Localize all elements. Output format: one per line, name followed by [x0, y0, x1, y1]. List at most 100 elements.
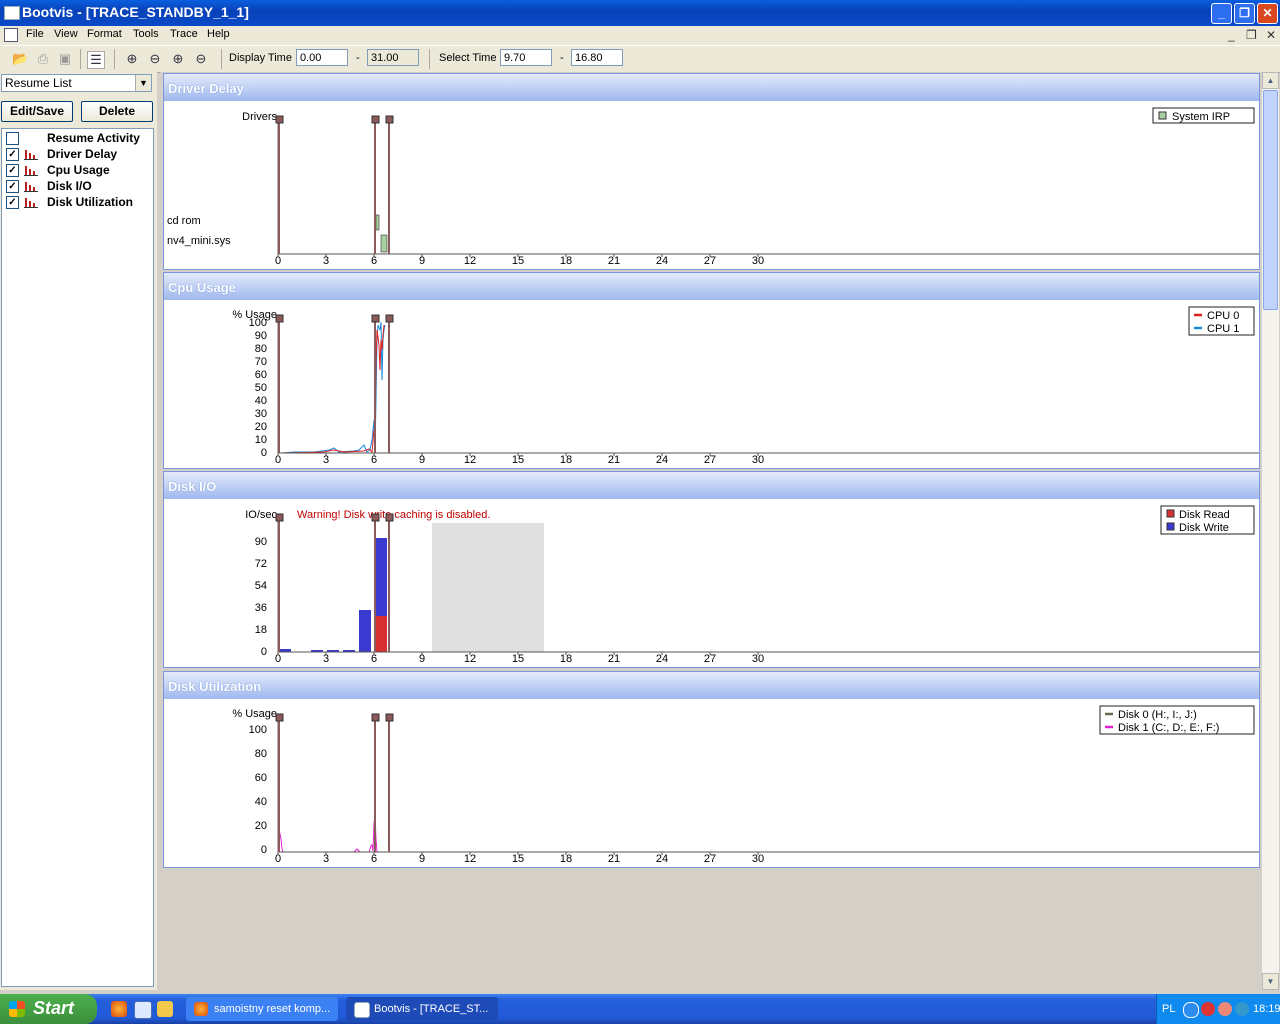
list-item-label: Driver Delay [47, 147, 118, 161]
y-tick-label: 90 [255, 330, 267, 342]
scroll-up-icon[interactable]: ▲ [1262, 72, 1279, 89]
panel-title: Driver Delay [168, 81, 244, 96]
chevron-left-icon[interactable] [1183, 1002, 1199, 1018]
minimize-button[interactable]: _ [1211, 3, 1232, 24]
zoom-in-vertical-icon[interactable]: ⊕ [170, 51, 186, 67]
panel-title: Disk Utilization [168, 679, 262, 694]
time-marker-handle[interactable] [275, 115, 284, 124]
document-icon[interactable] [4, 28, 18, 42]
y-axis-title: % Usage [232, 708, 277, 720]
y-ticks: 100 90 80 70 60 50 40 30 20 10 0 [249, 317, 267, 459]
list-item-disk-io[interactable]: ✓ Disk I/O [6, 179, 154, 193]
zoom-out-icon[interactable]: ⊖ [147, 51, 163, 67]
select-time-from-input[interactable]: 9.70 [500, 49, 552, 66]
list-item-disk-utilization[interactable]: ✓ Disk Utilization [6, 195, 154, 209]
menu-view[interactable]: View [54, 28, 78, 40]
time-marker-handle[interactable] [275, 314, 284, 323]
network-icon[interactable] [1218, 1002, 1232, 1016]
x-tick-label: 3 [323, 255, 329, 267]
x-tick-label: 3 [323, 454, 329, 466]
zoom-out-vertical-icon[interactable]: ⊖ [193, 51, 209, 67]
window-title: Bootvis - [TRACE_STANDBY_1_1] [22, 4, 249, 20]
taskbar-item-firefox[interactable]: samoistny reset komp... [186, 997, 338, 1021]
edit-save-button[interactable]: Edit/Save [1, 101, 73, 122]
menu-file[interactable]: File [26, 28, 44, 40]
x-tick-label: 15 [512, 454, 524, 466]
cpu1-line [281, 321, 386, 454]
time-marker-handle[interactable] [275, 513, 284, 522]
y-tick-label: 0 [261, 447, 267, 459]
time-marker-handle[interactable] [371, 513, 380, 522]
mdi-restore-icon[interactable]: ❐ [1246, 28, 1257, 42]
x-tick-label: 18 [560, 853, 572, 865]
time-marker-handle[interactable] [385, 513, 394, 522]
disk-io-graph[interactable]: IO/sec Warning! Disk write caching is di… [164, 499, 1259, 667]
y-axis-title: Drivers [242, 111, 277, 123]
time-marker-handle[interactable] [371, 713, 380, 722]
firefox-icon[interactable] [111, 1001, 127, 1017]
menu-format[interactable]: Format [87, 28, 122, 40]
taskbar-item-bootvis[interactable]: Bootvis - [TRACE_ST... [346, 997, 498, 1021]
app-icon[interactable] [4, 6, 20, 20]
x-tick-label: 18 [560, 653, 572, 665]
start-button[interactable]: Start [0, 994, 97, 1024]
display-time-to-input[interactable]: 31.00 [367, 49, 419, 66]
antivirus-icon[interactable] [1201, 1002, 1215, 1016]
display-time-from-input[interactable]: 0.00 [296, 49, 348, 66]
x-tick-label: 30 [752, 454, 764, 466]
list-item-label: Disk Utilization [47, 195, 134, 209]
print-icon[interactable]: ⎙ [35, 51, 51, 67]
chevron-down-icon[interactable]: ▼ [135, 75, 151, 91]
messenger-icon[interactable] [1235, 1002, 1249, 1016]
resume-list-combo[interactable]: Resume List ▼ [1, 74, 152, 92]
panel-cpu-usage: Cpu Usage % Usage 100 90 80 70 60 50 40 … [163, 272, 1260, 469]
mdi-close-icon[interactable]: ✕ [1266, 28, 1276, 42]
language-indicator[interactable]: PL [1162, 1003, 1175, 1015]
print-preview-icon[interactable]: ▣ [57, 51, 73, 67]
time-marker-handle[interactable] [385, 115, 394, 124]
mdi-minimize-icon[interactable]: _ [1228, 28, 1235, 42]
cpu-usage-graph[interactable]: % Usage 100 90 80 70 60 50 40 30 20 10 0… [164, 300, 1259, 468]
time-marker-handle[interactable] [385, 314, 394, 323]
open-folder-icon[interactable]: 📂 [12, 51, 28, 67]
select-time-to-input[interactable]: 16.80 [571, 49, 623, 66]
checkbox[interactable]: ✓ [6, 164, 19, 177]
list-item-driver-delay[interactable]: ✓ Driver Delay [6, 147, 154, 161]
menu-trace[interactable]: Trace [170, 28, 198, 40]
close-button[interactable]: ✕ [1257, 3, 1278, 24]
list-item-resume-activity[interactable]: Resume Activity [6, 131, 154, 145]
maximize-button[interactable]: ❐ [1234, 3, 1255, 24]
toolbar-separator [80, 49, 81, 69]
display-time-label: Display Time [229, 52, 292, 64]
panel-header: Cpu Usage [164, 273, 1259, 300]
winamp-icon[interactable] [157, 1001, 173, 1017]
list-view-icon[interactable]: ☰ [87, 51, 105, 69]
list-item-cpu-usage[interactable]: ✓ Cpu Usage [6, 163, 154, 177]
title-bar[interactable]: Bootvis - [TRACE_STANDBY_1_1] _ ❐ ✕ [0, 0, 1280, 26]
x-tick-label: 3 [323, 853, 329, 865]
legend-label: Disk 0 (H:, I:, J:) [1118, 709, 1197, 721]
checkbox[interactable]: ✓ [6, 148, 19, 161]
checkbox[interactable]: ✓ [6, 180, 19, 193]
checkbox[interactable] [6, 132, 19, 145]
time-marker-handle[interactable] [275, 713, 284, 722]
time-marker-handle[interactable] [385, 713, 394, 722]
x-tick-label: 21 [608, 653, 620, 665]
bar-chart-icon [24, 150, 38, 160]
driver-delay-graph[interactable]: Drivers cd rom nv4_mini.sys System IRP 0… [164, 101, 1259, 269]
checkbox[interactable]: ✓ [6, 196, 19, 209]
menu-tools[interactable]: Tools [133, 28, 159, 40]
disk-utilization-graph[interactable]: % Usage 100 80 60 40 20 0 Disk 0 (H:, I:… [164, 699, 1259, 867]
time-marker-handle[interactable] [371, 115, 380, 124]
vertical-scrollbar[interactable]: ▲ ▼ [1262, 72, 1279, 990]
x-tick-label: 12 [464, 454, 476, 466]
zoom-in-icon[interactable]: ⊕ [124, 51, 140, 67]
delete-button[interactable]: Delete [81, 101, 153, 122]
toolbar: 📂 ⎙ ▣ ☰ ⊕ ⊖ ⊕ ⊖ Display Time 0.00 - 31.0… [0, 45, 1280, 73]
menu-help[interactable]: Help [207, 28, 230, 40]
explorer-icon[interactable] [134, 1001, 152, 1019]
time-marker-handle[interactable] [371, 314, 380, 323]
panel-header: Disk Utilization [164, 672, 1259, 699]
scroll-thumb[interactable] [1263, 90, 1278, 310]
scroll-down-icon[interactable]: ▼ [1262, 973, 1279, 990]
